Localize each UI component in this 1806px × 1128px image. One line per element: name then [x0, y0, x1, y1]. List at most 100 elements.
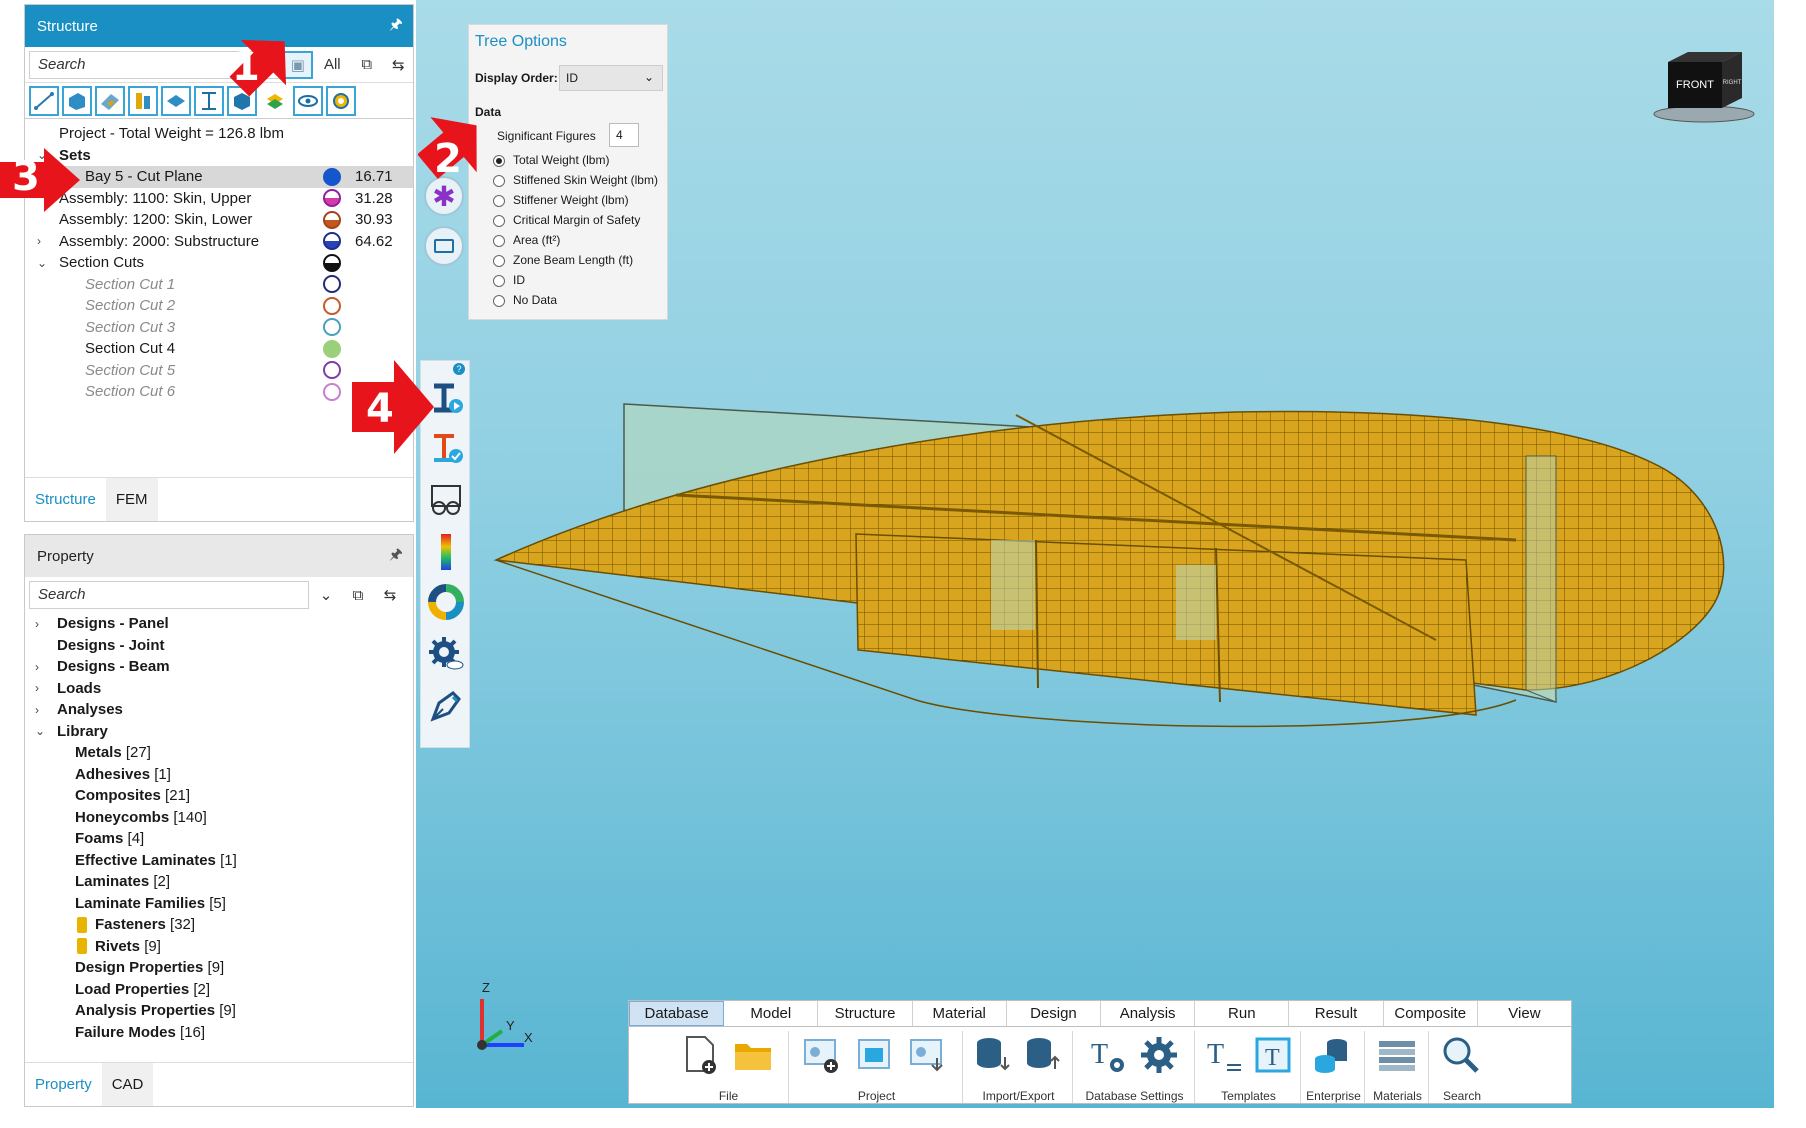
collapse-icon[interactable]: ⌄	[35, 724, 45, 738]
tree-row[interactable]: Failure Modes [16]	[25, 1022, 413, 1044]
open-project-icon[interactable]	[853, 1035, 897, 1075]
tree-row[interactable]: Honeycombs [140]	[25, 807, 413, 829]
swap-icon[interactable]: ⇆	[384, 51, 414, 79]
new-project-icon[interactable]	[799, 1035, 843, 1075]
tree-row[interactable]: Section Cut 3	[25, 317, 413, 339]
tree-row[interactable]: ⌄ Library	[25, 721, 413, 743]
tree-row[interactable]: Section Cut 4	[25, 338, 413, 360]
export-project-icon[interactable]	[905, 1035, 949, 1075]
collapse-icon[interactable]: ⌄	[37, 256, 49, 270]
panel-tool-icon[interactable]	[95, 85, 125, 116]
tree-row[interactable]: Section Cut 1	[25, 274, 413, 296]
tree-row[interactable]: Adhesives [1]	[25, 764, 413, 786]
tree-row[interactable]: Effective Laminates [1]	[25, 850, 413, 872]
sig-figs-input[interactable]: 4	[609, 123, 639, 147]
tree-row[interactable]: Analysis Properties [9]	[25, 1000, 413, 1022]
radio-no-data[interactable]	[493, 295, 505, 307]
beam-tool-icon[interactable]	[128, 85, 158, 116]
display-order-select[interactable]: ID ⌄	[559, 65, 663, 91]
view-cube-icon[interactable]: FRONT RIGHT	[1646, 48, 1766, 128]
radio-id[interactable]	[493, 275, 505, 287]
radio-zone-beam-length[interactable]	[493, 255, 505, 267]
tree-row[interactable]: Metals [27]	[25, 742, 413, 764]
tree-row[interactable]: › Assembly: 2000: Substructure 64.62	[25, 231, 413, 253]
tree-row[interactable]: › Analyses	[25, 699, 413, 721]
expand-icon[interactable]: ›	[35, 617, 39, 631]
tree-row[interactable]: Assembly: 1100: Skin, Upper 31.28	[25, 188, 413, 210]
radio-stiffened-skin-weight[interactable]	[493, 175, 505, 187]
settings-tool-icon[interactable]	[326, 85, 356, 116]
text-settings-icon[interactable]: T	[1085, 1035, 1129, 1075]
expand-icon[interactable]: ›	[35, 660, 39, 674]
tree-row[interactable]: › Designs - Beam	[25, 656, 413, 678]
tree-row[interactable]: Project - Total Weight = 126.8 lbm	[25, 123, 413, 145]
tree-row[interactable]: Load Properties [2]	[25, 979, 413, 1001]
ribbon-tab-run[interactable]: Run	[1195, 1001, 1290, 1026]
template-list-icon[interactable]: T	[1203, 1035, 1247, 1075]
solid-tool-icon[interactable]	[62, 85, 92, 116]
template-icon[interactable]: T	[1251, 1035, 1295, 1075]
tree-row[interactable]: › Loads	[25, 678, 413, 700]
ribbon-tab-structure[interactable]: Structure	[818, 1001, 913, 1026]
tab-cad[interactable]: CAD	[101, 1063, 154, 1106]
radio-critical-margin[interactable]	[493, 215, 505, 227]
pen-icon[interactable]	[425, 685, 467, 727]
tree-row[interactable]: Laminate Families [5]	[25, 893, 413, 915]
frame-button[interactable]	[424, 226, 464, 266]
enterprise-db-icon[interactable]	[1311, 1035, 1355, 1075]
plate-tool-icon[interactable]	[161, 85, 191, 116]
ribbon-tab-design[interactable]: Design	[1007, 1001, 1102, 1026]
radio-total-weight[interactable]	[493, 155, 505, 167]
chevron-down-icon[interactable]: ⌄	[311, 581, 341, 609]
search-icon[interactable]	[1439, 1035, 1483, 1075]
new-file-icon[interactable]	[679, 1035, 723, 1075]
tree-row[interactable]: Fasteners [32]	[25, 914, 413, 936]
tree-row[interactable]: Design Properties [9]	[25, 957, 413, 979]
property-search-input[interactable]: Search	[29, 581, 309, 609]
ribbon-tab-analysis[interactable]: Analysis	[1101, 1001, 1196, 1026]
ribbon-tab-view[interactable]: View	[1478, 1001, 1571, 1026]
tree-row-selected[interactable]: Bay 5 - Cut Plane 16.71	[25, 166, 413, 188]
db-export-icon[interactable]	[1021, 1035, 1065, 1075]
ibeam-tool-icon[interactable]	[194, 85, 224, 116]
tree-row[interactable]: Assembly: 1200: Skin, Lower 30.93	[25, 209, 413, 231]
tab-structure[interactable]: Structure	[25, 478, 106, 521]
help-icon[interactable]: ?	[453, 363, 465, 375]
tab-property[interactable]: Property	[25, 1063, 102, 1106]
expand-icon[interactable]: ›	[37, 234, 49, 248]
ribbon-tab-result[interactable]: Result	[1289, 1001, 1384, 1026]
ribbon-tab-model[interactable]: Model	[724, 1001, 819, 1026]
tree-row[interactable]: ⌄ Sets	[25, 145, 413, 167]
collapse-all-icon[interactable]: ⧉	[343, 581, 373, 609]
tree-row[interactable]: Rivets [9]	[25, 936, 413, 958]
open-folder-icon[interactable]	[731, 1035, 775, 1075]
filter-all-button[interactable]: All	[315, 51, 350, 79]
tree-row[interactable]: ⌄ Section Cuts	[25, 252, 413, 274]
pin-icon[interactable]: 🖈︎	[379, 14, 413, 39]
tree-row[interactable]: Composites [21]	[25, 785, 413, 807]
pin-icon[interactable]: 🖈︎	[379, 544, 413, 569]
tree-row[interactable]: Foams [4]	[25, 828, 413, 850]
tree-row[interactable]: Designs - Joint	[25, 635, 413, 657]
gear-settings-icon[interactable]	[1137, 1035, 1181, 1075]
expand-icon[interactable]: ›	[35, 703, 39, 717]
glasses-icon[interactable]	[425, 479, 467, 521]
radio-area[interactable]	[493, 235, 505, 247]
tab-fem[interactable]: FEM	[105, 478, 158, 521]
donut-chart-icon[interactable]	[425, 581, 467, 623]
expand-icon[interactable]: ›	[35, 681, 39, 695]
gear-eye-icon[interactable]	[425, 633, 467, 675]
radio-stiffener-weight[interactable]	[493, 195, 505, 207]
tree-row[interactable]: Laminates [2]	[25, 871, 413, 893]
tree-row[interactable]: Section Cut 2	[25, 295, 413, 317]
color-scale-icon[interactable]	[425, 531, 467, 573]
db-import-icon[interactable]	[971, 1035, 1015, 1075]
ribbon-tab-database[interactable]: Database	[629, 1001, 725, 1026]
swap-icon[interactable]: ⇆	[375, 581, 405, 609]
ribbon-tab-composite[interactable]: Composite	[1384, 1001, 1478, 1026]
node-tool-icon[interactable]	[29, 85, 59, 116]
ribbon-tab-material[interactable]: Material	[913, 1001, 1007, 1026]
collapse-all-icon[interactable]: ⧉	[352, 51, 382, 79]
materials-icon[interactable]	[1375, 1035, 1419, 1075]
tree-row[interactable]: › Designs - Panel	[25, 613, 413, 635]
